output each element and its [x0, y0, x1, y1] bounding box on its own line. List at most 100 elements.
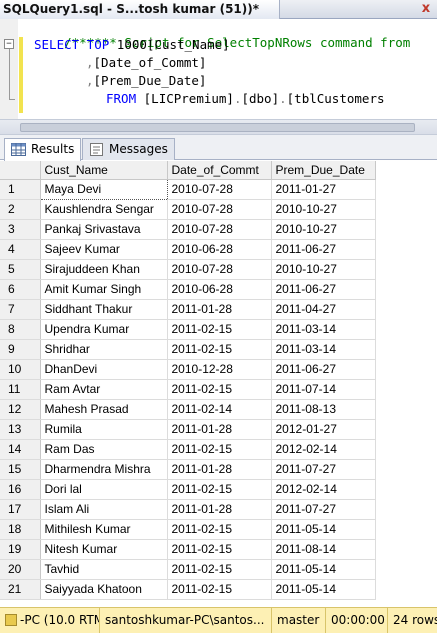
date-of-commt-cell[interactable]: 2010-07-28: [167, 219, 272, 240]
prem-due-date-cell[interactable]: 2012-02-14: [271, 479, 376, 500]
date-of-commt-cell[interactable]: 2010-06-28: [167, 239, 272, 260]
date-of-commt-cell[interactable]: 2011-02-15: [167, 519, 272, 540]
cust-name-cell[interactable]: Mithilesh Kumar: [40, 519, 168, 540]
prem-due-date-cell[interactable]: 2010-10-27: [271, 219, 376, 240]
date-of-commt-cell[interactable]: 2010-07-28: [167, 259, 272, 280]
editor-horizontal-scrollbar[interactable]: [0, 119, 437, 135]
prem-due-date-cell[interactable]: 2011-07-14: [271, 379, 376, 400]
row-number-cell[interactable]: 8: [0, 319, 41, 340]
tab-results[interactable]: Results: [4, 138, 82, 161]
table-row[interactable]: 3 Pankaj Srivastava 2010-07-28 2010-10-27: [0, 219, 376, 240]
row-number-cell[interactable]: 2: [0, 199, 41, 220]
close-icon[interactable]: x: [419, 2, 433, 16]
table-row[interactable]: 19 Nitesh Kumar 2011-02-15 2011-08-14: [0, 539, 376, 560]
table-row[interactable]: 4 Sajeev Kumar 2010-06-28 2011-06-27: [0, 239, 376, 260]
table-row[interactable]: 17 Islam Ali 2011-01-28 2011-07-27: [0, 499, 376, 520]
tab-messages[interactable]: Messages: [82, 138, 175, 160]
prem-due-date-cell[interactable]: 2011-08-14: [271, 539, 376, 560]
cust-name-cell[interactable]: Ram Avtar: [40, 379, 168, 400]
scrollbar-thumb[interactable]: [20, 123, 415, 132]
prem-due-date-cell[interactable]: 2011-08-13: [271, 399, 376, 420]
prem-due-date-cell[interactable]: 2011-07-27: [271, 459, 376, 480]
cust-name-cell[interactable]: DhanDevi: [40, 359, 168, 380]
collapse-icon[interactable]: −: [4, 39, 14, 49]
table-row[interactable]: 1 Maya Devi 2010-07-28 2011-01-27: [0, 178, 376, 200]
row-number-cell[interactable]: 15: [0, 459, 41, 480]
prem-due-date-cell[interactable]: 2011-07-27: [271, 499, 376, 520]
cust-name-cell[interactable]: Tavhid: [40, 559, 168, 580]
date-of-commt-cell[interactable]: 2010-06-28: [167, 279, 272, 300]
row-number-cell[interactable]: 19: [0, 539, 41, 560]
table-row[interactable]: 12 Mahesh Prasad 2011-02-14 2011-08-13: [0, 399, 376, 420]
date-of-commt-cell[interactable]: 2010-07-28: [167, 179, 272, 200]
row-number-cell[interactable]: 11: [0, 379, 41, 400]
date-of-commt-cell[interactable]: 2011-01-28: [167, 419, 272, 440]
prem-due-date-cell[interactable]: 2010-10-27: [271, 199, 376, 220]
row-number-cell[interactable]: 5: [0, 259, 41, 280]
cust-name-cell[interactable]: Sajeev Kumar: [40, 239, 168, 260]
date-of-commt-cell[interactable]: 2011-02-15: [167, 479, 272, 500]
cust-name-cell[interactable]: Mahesh Prasad: [40, 399, 168, 420]
cust-name-cell[interactable]: Maya Devi: [39, 178, 168, 200]
date-of-commt-cell[interactable]: 2011-02-15: [167, 579, 272, 600]
cust-name-cell[interactable]: Sirajuddeen Khan: [40, 259, 168, 280]
prem-due-date-cell[interactable]: 2012-02-14: [271, 439, 376, 460]
row-number-cell[interactable]: 14: [0, 439, 41, 460]
prem-due-date-cell[interactable]: 2012-01-27: [271, 419, 376, 440]
date-of-commt-cell[interactable]: 2010-07-28: [167, 199, 272, 220]
row-number-cell[interactable]: 10: [0, 359, 41, 380]
row-number-cell[interactable]: 9: [0, 339, 41, 360]
column-header-date-of-commt[interactable]: Date_of_Commt: [167, 161, 272, 180]
table-row[interactable]: 15 Dharmendra Mishra 2011-01-28 2011-07-27: [0, 459, 376, 480]
table-row[interactable]: 6 Amit Kumar Singh 2010-06-28 2011-06-27: [0, 279, 376, 300]
table-row[interactable]: 11 Ram Avtar 2011-02-15 2011-07-14: [0, 379, 376, 400]
table-row[interactable]: 7 Siddhant Thakur 2011-01-28 2011-04-27: [0, 299, 376, 320]
cust-name-cell[interactable]: Kaushlendra Sengar: [40, 199, 168, 220]
table-row[interactable]: 18 Mithilesh Kumar 2011-02-15 2011-05-14: [0, 519, 376, 540]
cust-name-cell[interactable]: Nitesh Kumar: [40, 539, 168, 560]
row-number-cell[interactable]: 20: [0, 559, 41, 580]
cust-name-cell[interactable]: Upendra Kumar: [40, 319, 168, 340]
row-number-cell[interactable]: 16: [0, 479, 41, 500]
cust-name-cell[interactable]: Pankaj Srivastava: [40, 219, 168, 240]
row-number-cell[interactable]: 18: [0, 519, 41, 540]
row-number-cell[interactable]: 7: [0, 299, 41, 320]
date-of-commt-cell[interactable]: 2011-02-15: [167, 559, 272, 580]
cust-name-cell[interactable]: Dori lal: [40, 479, 168, 500]
row-number-header[interactable]: [0, 161, 41, 180]
cust-name-cell[interactable]: Ram Das: [40, 439, 168, 460]
table-row[interactable]: 21 Saiyyada Khatoon 2011-02-15 2011-05-14: [0, 579, 376, 600]
date-of-commt-cell[interactable]: 2011-02-15: [167, 339, 272, 360]
cust-name-cell[interactable]: Islam Ali: [40, 499, 168, 520]
date-of-commt-cell[interactable]: 2011-01-28: [167, 459, 272, 480]
query-editor[interactable]: − /****** Script for SelectTopNRows comm…: [0, 19, 437, 119]
prem-due-date-cell[interactable]: 2011-03-14: [271, 319, 376, 340]
prem-due-date-cell[interactable]: 2011-05-14: [271, 519, 376, 540]
table-row[interactable]: 13 Rumila 2011-01-28 2012-01-27: [0, 419, 376, 440]
prem-due-date-cell[interactable]: 2011-06-27: [271, 359, 376, 380]
prem-due-date-cell[interactable]: 2011-01-27: [271, 179, 376, 200]
row-number-cell[interactable]: 21: [0, 579, 41, 600]
prem-due-date-cell[interactable]: 2011-06-27: [271, 239, 376, 260]
results-grid[interactable]: Cust_Name Date_of_Commt Prem_Due_Date 1M…: [0, 161, 437, 603]
row-number-cell[interactable]: 12: [0, 399, 41, 420]
table-row[interactable]: 16 Dori lal 2011-02-15 2012-02-14: [0, 479, 376, 500]
cust-name-cell[interactable]: Shridhar: [40, 339, 168, 360]
date-of-commt-cell[interactable]: 2011-01-28: [167, 499, 272, 520]
table-row[interactable]: 10 DhanDevi 2010-12-28 2011-06-27: [0, 359, 376, 380]
row-number-cell[interactable]: 6: [0, 279, 41, 300]
table-row[interactable]: 5 Sirajuddeen Khan 2010-07-28 2010-10-27: [0, 259, 376, 280]
prem-due-date-cell[interactable]: 2011-03-14: [271, 339, 376, 360]
prem-due-date-cell[interactable]: 2011-05-14: [271, 559, 376, 580]
table-row[interactable]: 2 Kaushlendra Sengar 2010-07-28 2010-10-27: [0, 199, 376, 220]
row-number-cell[interactable]: 1: [0, 179, 41, 200]
prem-due-date-cell[interactable]: 2011-06-27: [271, 279, 376, 300]
date-of-commt-cell[interactable]: 2011-02-15: [167, 379, 272, 400]
table-row[interactable]: 9 Shridhar 2011-02-15 2011-03-14: [0, 339, 376, 360]
date-of-commt-cell[interactable]: 2011-02-15: [167, 539, 272, 560]
date-of-commt-cell[interactable]: 2011-02-15: [167, 439, 272, 460]
date-of-commt-cell[interactable]: 2011-01-28: [167, 299, 272, 320]
cust-name-cell[interactable]: Dharmendra Mishra: [40, 459, 168, 480]
table-row[interactable]: 14 Ram Das 2011-02-15 2012-02-14: [0, 439, 376, 460]
prem-due-date-cell[interactable]: 2010-10-27: [271, 259, 376, 280]
